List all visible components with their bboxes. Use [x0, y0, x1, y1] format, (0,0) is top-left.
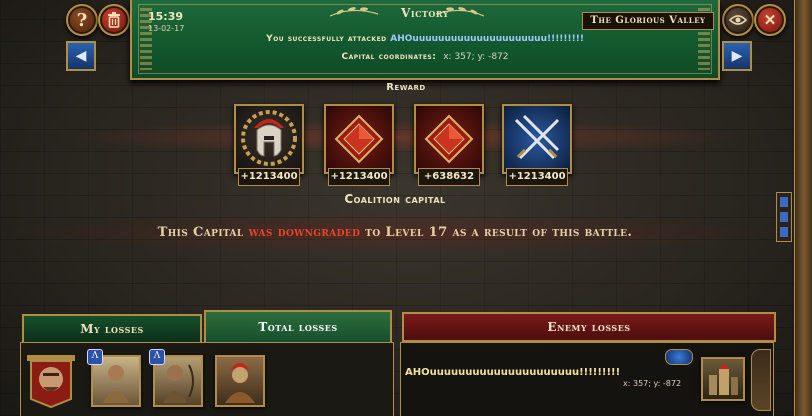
previous-report-button[interactable]: ◀	[66, 41, 96, 71]
city-icon	[709, 363, 738, 395]
reward-value: +1213400	[328, 168, 390, 186]
reward-title: Reward	[386, 82, 426, 93]
tab-total-losses[interactable]: Total losses	[204, 310, 392, 344]
reward-value: +638632	[418, 168, 480, 186]
close-button[interactable]: ✕	[754, 4, 786, 36]
enemy-losses-panel: AHOuuuuuuuuuuuuuuuuuuuuu!!!!!!!!! x: 357…	[400, 342, 774, 416]
rank-badge-icon: Λ	[87, 349, 103, 365]
coalition-emblem-icon	[665, 349, 693, 365]
spartan-warrior-icon	[225, 363, 255, 403]
capital-message-highlight: was downgraded	[248, 225, 361, 240]
reward-value: +1213400	[238, 168, 300, 186]
arrow-left-icon: ◀	[75, 48, 87, 64]
scroll-up-icon[interactable]	[780, 197, 788, 207]
attack-line: You successfully attacked AHOuuuuuuuuuuu…	[132, 34, 718, 44]
enemy-coords: x: 357; y: -872	[623, 379, 682, 388]
help-button[interactable]: ?	[66, 4, 98, 36]
scrollbar[interactable]	[776, 192, 792, 242]
scroll-down-icon[interactable]	[780, 227, 788, 237]
right-frame	[794, 0, 812, 416]
scroll-thumb[interactable]	[780, 212, 788, 222]
reward-value: +1213400	[506, 168, 568, 186]
enemy-capital-avatar[interactable]	[701, 357, 745, 401]
view-button[interactable]	[722, 4, 754, 36]
tab-enemy-losses[interactable]: Enemy losses	[402, 312, 776, 342]
player-banner-avatar[interactable]	[25, 351, 77, 409]
spartan-helmet-laurel-icon	[241, 110, 297, 166]
unit-slot[interactable]	[215, 355, 265, 407]
rank-badge-icon: Λ	[149, 349, 165, 365]
eye-icon	[729, 15, 747, 25]
banner-portrait-icon	[27, 355, 75, 409]
report-banner: 15:39 13-02-17 Victory You successfully …	[130, 0, 720, 80]
crossed-swords-icon	[514, 114, 560, 160]
delete-button[interactable]	[98, 4, 130, 36]
location-label: The Glorious Valley	[582, 12, 714, 30]
capital-message-prefix: This Capital	[157, 225, 249, 240]
coords-value: x: 357; y: -872	[443, 52, 509, 62]
capital-message: This Capital was downgraded to Level 17 …	[0, 225, 790, 240]
reward-item[interactable]: +1213400	[324, 104, 394, 186]
reward-item[interactable]: +1213400	[234, 104, 304, 186]
reward-icon-frame	[234, 104, 304, 174]
my-losses-panel: Λ Λ	[20, 342, 394, 416]
battle-report-screen: ? ✕ 15:39 13-02-17 Victory You successfu…	[0, 0, 812, 416]
trash-icon	[108, 12, 120, 28]
enemy-name[interactable]: AHOuuuuuuuuuuuuuuuuuuuuu!!!!!!!!!	[405, 367, 620, 378]
tab-my-losses[interactable]: My losses	[22, 314, 202, 344]
red-gem-icon	[424, 114, 474, 164]
red-gem-icon	[334, 114, 384, 164]
report-date: 13-02-17	[148, 24, 185, 33]
reward-icon-frame	[502, 104, 572, 174]
attack-prefix: You successfully attacked	[266, 34, 391, 44]
reward-item[interactable]: +1213400	[502, 104, 572, 186]
coords-label: Capital coordinates:	[341, 52, 437, 62]
reward-item[interactable]: +638632	[414, 104, 484, 186]
arrow-right-icon: ▶	[731, 48, 743, 64]
capital-message-suffix: to Level 17 as a result of this battle.	[360, 225, 633, 240]
capital-title: Coalition capital	[344, 192, 446, 206]
reward-icon-frame	[324, 104, 394, 174]
reward-glow	[60, 120, 752, 154]
enemy-panel-scroll-handle[interactable]	[751, 349, 771, 411]
reward-icon-frame	[414, 104, 484, 174]
coords-line: Capital coordinates: x: 357; y: -872	[132, 52, 718, 62]
next-report-button[interactable]: ▶	[722, 41, 752, 71]
target-name-link[interactable]: AHOuuuuuuuuuuuuuuuuuuuuu!!!!!!!!!	[390, 34, 584, 44]
